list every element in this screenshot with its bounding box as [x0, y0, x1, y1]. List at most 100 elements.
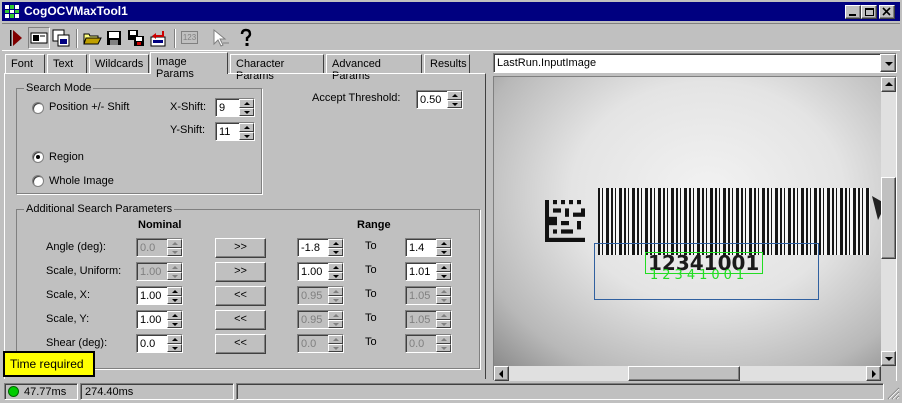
- y-shift-field[interactable]: 11: [215, 122, 255, 141]
- resize-grip-icon[interactable]: [886, 386, 900, 400]
- tab-font[interactable]: Font: [5, 54, 45, 73]
- shear-low-field[interactable]: 0.0: [297, 334, 344, 353]
- open-button[interactable]: [81, 27, 103, 49]
- scale-uniform-nominal-down[interactable]: [167, 271, 182, 280]
- accept-threshold-up[interactable]: [447, 91, 462, 100]
- maximize-button[interactable]: [861, 5, 877, 19]
- shear-nominal-up[interactable]: [167, 335, 182, 344]
- x-shift-field[interactable]: 9: [215, 98, 255, 117]
- radio-region[interactable]: [32, 151, 44, 163]
- scale-uniform-low-down[interactable]: [328, 271, 343, 280]
- scroll-right-button[interactable]: [866, 366, 881, 381]
- angle-range-toggle-button[interactable]: >>: [215, 238, 266, 258]
- scale-y-high-up[interactable]: [436, 311, 451, 320]
- tab-character-params[interactable]: Character Params: [230, 54, 324, 82]
- horizontal-scroll-thumb[interactable]: [628, 366, 740, 381]
- scale-y-nominal-down[interactable]: [167, 319, 182, 328]
- scale-y-low-up[interactable]: [328, 311, 343, 320]
- angle-low-field[interactable]: -1.8: [297, 238, 344, 257]
- pointer-button[interactable]: [210, 27, 232, 49]
- scale-y-range-toggle-button[interactable]: <<: [215, 310, 266, 330]
- scale-uniform-nominal-field[interactable]: 1.00: [136, 262, 183, 281]
- x-shift-up[interactable]: [239, 99, 254, 108]
- scale-x-low-value: 0.95: [301, 290, 323, 302]
- scale-y-high-down[interactable]: [436, 319, 451, 328]
- tab-wildcards[interactable]: Wildcards: [89, 54, 149, 73]
- scale-x-nominal-down[interactable]: [167, 295, 182, 304]
- horizontal-scrollbar[interactable]: [494, 366, 881, 381]
- shear-high-up[interactable]: [436, 335, 451, 344]
- scale-uniform-range-toggle-button[interactable]: >>: [215, 262, 266, 282]
- scale-x-high-down[interactable]: [436, 295, 451, 304]
- tab-advanced-params[interactable]: Advanced Params: [326, 54, 422, 82]
- tab-image-params[interactable]: Image Params: [150, 52, 228, 80]
- angle-nominal-up[interactable]: [167, 239, 182, 248]
- angle-nominal-field[interactable]: 0.0: [136, 238, 183, 257]
- ocv-button[interactable]: 123: [179, 27, 201, 49]
- angle-nominal-down[interactable]: [167, 247, 182, 256]
- tab-text[interactable]: Text: [47, 54, 87, 73]
- shear-range-toggle-button[interactable]: <<: [215, 334, 266, 354]
- scroll-up-button[interactable]: [881, 77, 896, 92]
- scale-x-low-field[interactable]: 0.95: [297, 286, 344, 305]
- shear-low-up[interactable]: [328, 335, 343, 344]
- scroll-left-button[interactable]: [494, 366, 509, 381]
- help-button[interactable]: [235, 27, 257, 49]
- y-shift-up[interactable]: [239, 123, 254, 132]
- close-button[interactable]: [879, 5, 895, 19]
- windows-button[interactable]: [50, 27, 72, 49]
- scale-y-nominal-up[interactable]: [167, 311, 182, 320]
- run-button[interactable]: [6, 27, 28, 49]
- angle-high-up[interactable]: [436, 239, 451, 248]
- tab-results[interactable]: Results: [424, 54, 470, 73]
- angle-high-field[interactable]: 1.4: [405, 238, 452, 257]
- x-shift-down[interactable]: [239, 107, 254, 116]
- accept-threshold-down[interactable]: [447, 99, 462, 108]
- scale-x-high-up[interactable]: [436, 287, 451, 296]
- scale-y-high-field[interactable]: 1.05: [405, 310, 452, 329]
- scale-x-low-up[interactable]: [328, 287, 343, 296]
- shear-nominal-field[interactable]: 0.0: [136, 334, 183, 353]
- scale-uniform-nominal-up[interactable]: [167, 263, 182, 272]
- scale-y-low-down[interactable]: [328, 319, 343, 328]
- scale-y-low-field[interactable]: 0.95: [297, 310, 344, 329]
- vertical-scroll-thumb[interactable]: [881, 177, 896, 259]
- status-pane-time2: 274.40ms: [80, 383, 234, 400]
- pointer-icon: [213, 28, 229, 47]
- image-selector-dropdown-button[interactable]: [880, 54, 896, 72]
- radio-whole-image[interactable]: [32, 175, 44, 187]
- scale-uniform-low-up[interactable]: [328, 263, 343, 272]
- scale-x-high-field[interactable]: 1.05: [405, 286, 452, 305]
- image-selector[interactable]: LastRun.InputImage: [493, 53, 897, 73]
- y-shift-down[interactable]: [239, 131, 254, 140]
- scale-y-high-value: 1.05: [409, 314, 431, 326]
- scale-x-nominal-field[interactable]: 1.00: [136, 286, 183, 305]
- shear-nominal-down[interactable]: [167, 343, 182, 352]
- shear-low-down[interactable]: [328, 343, 343, 352]
- display-button[interactable]: [28, 27, 50, 49]
- vertical-scrollbar[interactable]: [881, 77, 896, 366]
- scale-x-range-toggle-button[interactable]: <<: [215, 286, 266, 306]
- shear-high-field[interactable]: 0.0: [405, 334, 452, 353]
- reset-button[interactable]: [147, 27, 169, 49]
- scale-x-range-toggle-label: <<: [234, 289, 247, 301]
- save-button[interactable]: [103, 27, 125, 49]
- scale-x-low-down[interactable]: [328, 295, 343, 304]
- scroll-down-button[interactable]: [881, 351, 896, 366]
- minimize-button[interactable]: [845, 5, 861, 19]
- scale-y-nominal-field[interactable]: 1.00: [136, 310, 183, 329]
- chevron-left-icon: [499, 370, 503, 378]
- scale-x-nominal-up[interactable]: [167, 287, 182, 296]
- scale-uniform-high-up[interactable]: [436, 263, 451, 272]
- scale-uniform-low-field[interactable]: 1.00: [297, 262, 344, 281]
- save-settings-button[interactable]: [125, 27, 147, 49]
- angle-low-up[interactable]: [328, 239, 343, 248]
- scale-uniform-high-field[interactable]: 1.01: [405, 262, 452, 281]
- scale-uniform-high-down[interactable]: [436, 271, 451, 280]
- angle-high-down[interactable]: [436, 247, 451, 256]
- radio-position-shift[interactable]: [32, 102, 44, 114]
- shear-high-down[interactable]: [436, 343, 451, 352]
- angle-low-down[interactable]: [328, 247, 343, 256]
- angle-low-value: -1.8: [301, 242, 320, 254]
- accept-threshold-field[interactable]: 0.50: [416, 90, 463, 109]
